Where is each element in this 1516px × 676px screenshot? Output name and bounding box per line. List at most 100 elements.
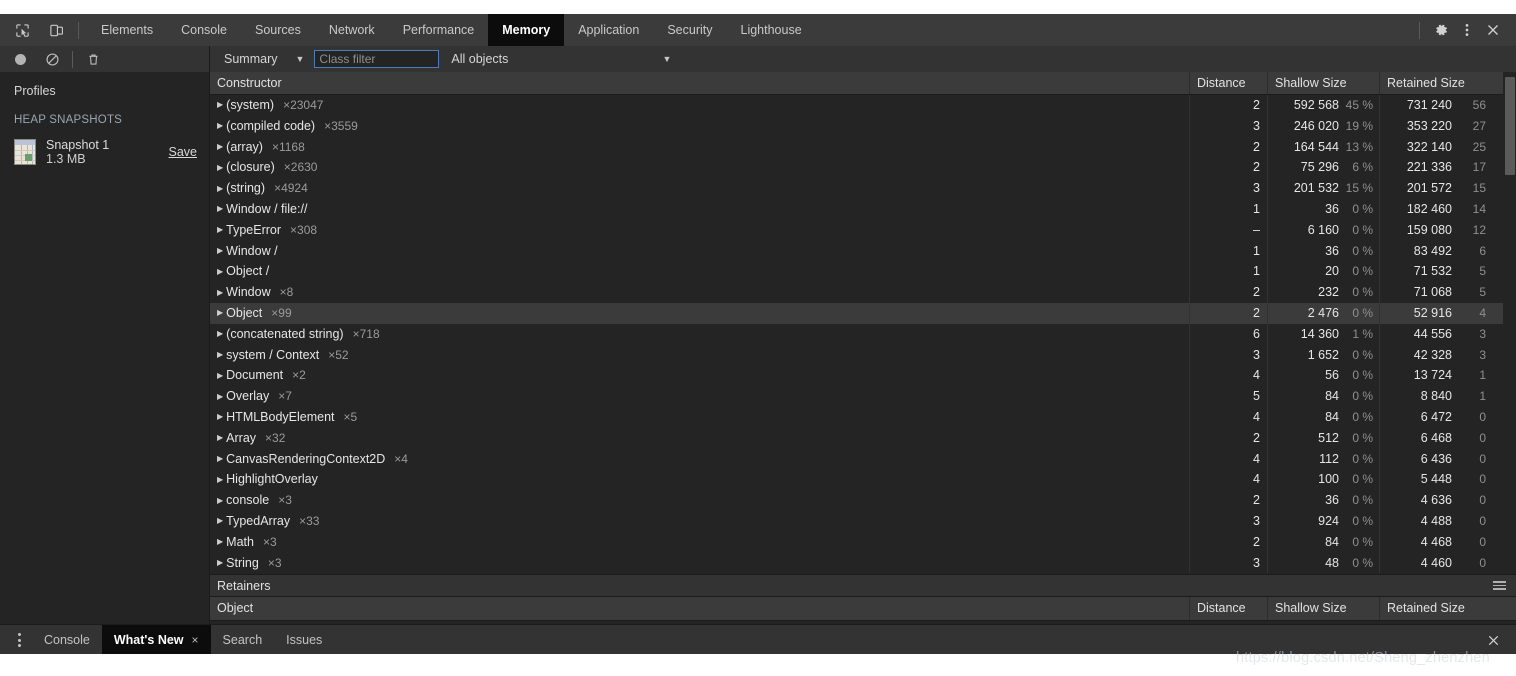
- drawer-tab-console[interactable]: Console: [32, 625, 102, 655]
- table-row[interactable]: ▶ (array) ×1168 2 164 544 13 % 322 140 25: [210, 136, 1516, 158]
- cell-retained-size: 731 240 56: [1380, 95, 1492, 116]
- table-row[interactable]: ▶ String ×3 3 48 0 % 4 460 0: [210, 552, 1516, 574]
- expand-triangle-icon[interactable]: ▶: [217, 122, 223, 130]
- column-header-distance[interactable]: Distance: [1190, 72, 1268, 94]
- cell-distance: –: [1190, 219, 1268, 241]
- retainers-column-distance[interactable]: Distance: [1190, 597, 1268, 620]
- more-tabs-icon[interactable]: [6, 625, 32, 655]
- expand-triangle-icon[interactable]: ▶: [217, 434, 223, 442]
- expand-triangle-icon[interactable]: ▶: [217, 558, 223, 567]
- expand-triangle-icon[interactable]: ▶: [217, 226, 223, 234]
- view-selector[interactable]: Summary: [224, 52, 277, 66]
- retainers-column-retained-size[interactable]: Retained Size: [1380, 597, 1492, 620]
- close-icon[interactable]: [1480, 17, 1506, 43]
- close-icon[interactable]: ×: [192, 633, 199, 647]
- column-header-retained-size[interactable]: Retained Size: [1380, 72, 1492, 94]
- table-row[interactable]: ▶ HighlightOverlay 4 100 0 % 5 448 0: [210, 469, 1516, 491]
- expand-triangle-icon[interactable]: ▶: [217, 496, 223, 505]
- table-row[interactable]: ▶ TypedArray ×33 3 924 0 % 4 488 0: [210, 510, 1516, 532]
- table-scrollbar[interactable]: [1503, 72, 1516, 552]
- expand-triangle-icon[interactable]: ▶: [217, 246, 223, 255]
- expand-triangle-icon[interactable]: ▶: [217, 454, 223, 463]
- retainers-column-shallow-size[interactable]: Shallow Size: [1268, 597, 1380, 620]
- objects-selector[interactable]: All objects ▼: [451, 52, 671, 66]
- retained-size-value: 6 468: [1420, 430, 1452, 445]
- expand-triangle-icon[interactable]: ▶: [217, 309, 223, 317]
- cell-constructor: ▶ TypedArray ×33: [210, 510, 1190, 532]
- retainers-column-object[interactable]: Object: [210, 597, 1190, 620]
- shallow-size-value: 48: [1325, 555, 1339, 570]
- retained-size-value: 159 080: [1406, 222, 1452, 237]
- expand-triangle-icon[interactable]: ▶: [217, 163, 223, 172]
- expand-triangle-icon[interactable]: ▶: [217, 267, 223, 276]
- tab-elements[interactable]: Elements: [87, 14, 167, 46]
- tab-label: Elements: [101, 23, 154, 37]
- gear-icon[interactable]: [1428, 17, 1454, 43]
- expand-triangle-icon[interactable]: ▶: [217, 142, 223, 151]
- drawer-tab-issues[interactable]: Issues: [274, 625, 334, 655]
- table-row[interactable]: ▶ HTMLBodyElement ×5 4 84 0 % 6 472 0: [210, 406, 1516, 428]
- tab-performance[interactable]: Performance: [389, 14, 489, 46]
- table-row[interactable]: ▶ (system) ×23047 2 592 568 45 % 731 240 56: [210, 95, 1516, 116]
- sidebar-item-snapshot-1[interactable]: Snapshot 1 1.3 MB Save: [0, 135, 209, 169]
- record-icon[interactable]: [8, 47, 32, 71]
- table-row[interactable]: ▶ Overlay ×7 5 84 0 % 8 840 1: [210, 386, 1516, 407]
- expand-triangle-icon[interactable]: ▶: [217, 288, 223, 297]
- cell-constructor: ▶ Math ×3: [210, 531, 1190, 553]
- retained-size-value: 4 468: [1420, 534, 1452, 549]
- table-row[interactable]: ▶ Object /1 20 0 % 71 532 5: [210, 261, 1516, 283]
- drawer-tab-search[interactable]: Search: [211, 625, 275, 655]
- table-row[interactable]: ▶ (compiled code) ×3559 3 246 020 19 % 353 220…: [210, 115, 1516, 137]
- table-row[interactable]: ▶ Object ×99 2 2 476 0 % 52 916 4: [210, 302, 1516, 324]
- expand-triangle-icon[interactable]: ▶: [217, 413, 223, 421]
- table-row[interactable]: ▶ Array ×32 2 512 0 % 6 468 0: [210, 427, 1516, 449]
- tab-security[interactable]: Security: [653, 14, 726, 46]
- cell-retained-size: 322 140 25: [1380, 137, 1492, 158]
- save-snapshot-link[interactable]: Save: [169, 145, 198, 159]
- table-row[interactable]: ▶ Document ×2 4 56 0 % 13 724 1: [210, 365, 1516, 387]
- tab-network[interactable]: Network: [315, 14, 389, 46]
- more-options-icon[interactable]: [1454, 17, 1480, 43]
- trash-icon[interactable]: [81, 47, 105, 71]
- tab-lighthouse[interactable]: Lighthouse: [727, 14, 816, 46]
- table-row[interactable]: ▶ Window /1 36 0 % 83 492 6: [210, 240, 1516, 262]
- table-row[interactable]: ▶ (concatenated string) ×718 6 14 360 1 % 44 5…: [210, 323, 1516, 345]
- tab-sources[interactable]: Sources: [241, 14, 315, 46]
- table-row[interactable]: ▶ Window ×8 2 232 0 % 71 068 5: [210, 282, 1516, 303]
- expand-triangle-icon[interactable]: ▶: [217, 350, 223, 359]
- column-header-shallow-size[interactable]: Shallow Size: [1268, 72, 1380, 94]
- expand-triangle-icon[interactable]: ▶: [217, 392, 223, 401]
- table-row[interactable]: ▶ CanvasRenderingContext2D ×4 4 112 0 % 6 436 0: [210, 448, 1516, 470]
- tab-console[interactable]: Console: [167, 14, 241, 46]
- expand-triangle-icon[interactable]: ▶: [217, 517, 223, 525]
- retained-size-percent: 14: [1472, 201, 1486, 216]
- tab-application[interactable]: Application: [564, 14, 653, 46]
- expand-triangle-icon[interactable]: ▶: [217, 538, 223, 546]
- expand-triangle-icon[interactable]: ▶: [217, 184, 223, 193]
- table-row[interactable]: ▶ (string) ×4924 3 201 532 15 % 201 572 15: [210, 178, 1516, 199]
- tab-memory[interactable]: Memory: [488, 14, 565, 46]
- drawer-tab-whats-new[interactable]: What's New ×: [101, 625, 211, 655]
- scrollbar-thumb[interactable]: [1505, 77, 1515, 175]
- expand-triangle-icon[interactable]: ▶: [217, 371, 223, 380]
- close-drawer-icon[interactable]: [1482, 629, 1504, 651]
- table-row[interactable]: ▶ Math ×3 2 84 0 % 4 468 0: [210, 531, 1516, 553]
- inspect-element-icon[interactable]: [8, 17, 36, 43]
- column-header-constructor[interactable]: Constructor: [210, 72, 1190, 94]
- chevron-down-icon[interactable]: ▼: [295, 54, 304, 64]
- table-row[interactable]: ▶ (closure) ×2630 2 75 296 6 % 221 336 17: [210, 157, 1516, 179]
- expand-triangle-icon[interactable]: ▶: [217, 205, 223, 213]
- table-row[interactable]: ▶ console ×3 2 36 0 % 4 636 0: [210, 490, 1516, 511]
- shallow-size-value: 36: [1325, 201, 1339, 216]
- hamburger-menu-icon[interactable]: [1493, 581, 1506, 590]
- table-row[interactable]: ▶ Window / file://1 36 0 % 182 460 14: [210, 198, 1516, 220]
- expand-triangle-icon[interactable]: ▶: [217, 330, 223, 338]
- table-row[interactable]: ▶ system / Context ×52 3 1 652 0 % 42 328 3: [210, 344, 1516, 366]
- table-row[interactable]: ▶ TypeError ×308 – 6 160 0 % 159 080 12: [210, 219, 1516, 241]
- class-filter-input[interactable]: [314, 50, 440, 68]
- clear-icon[interactable]: [40, 47, 64, 71]
- device-toolbar-icon[interactable]: [42, 17, 70, 43]
- expand-triangle-icon[interactable]: ▶: [217, 101, 223, 109]
- watermark-text: https://blog.csdn.net/Sheng_zhenzhen: [1236, 650, 1490, 666]
- expand-triangle-icon[interactable]: ▶: [217, 475, 223, 484]
